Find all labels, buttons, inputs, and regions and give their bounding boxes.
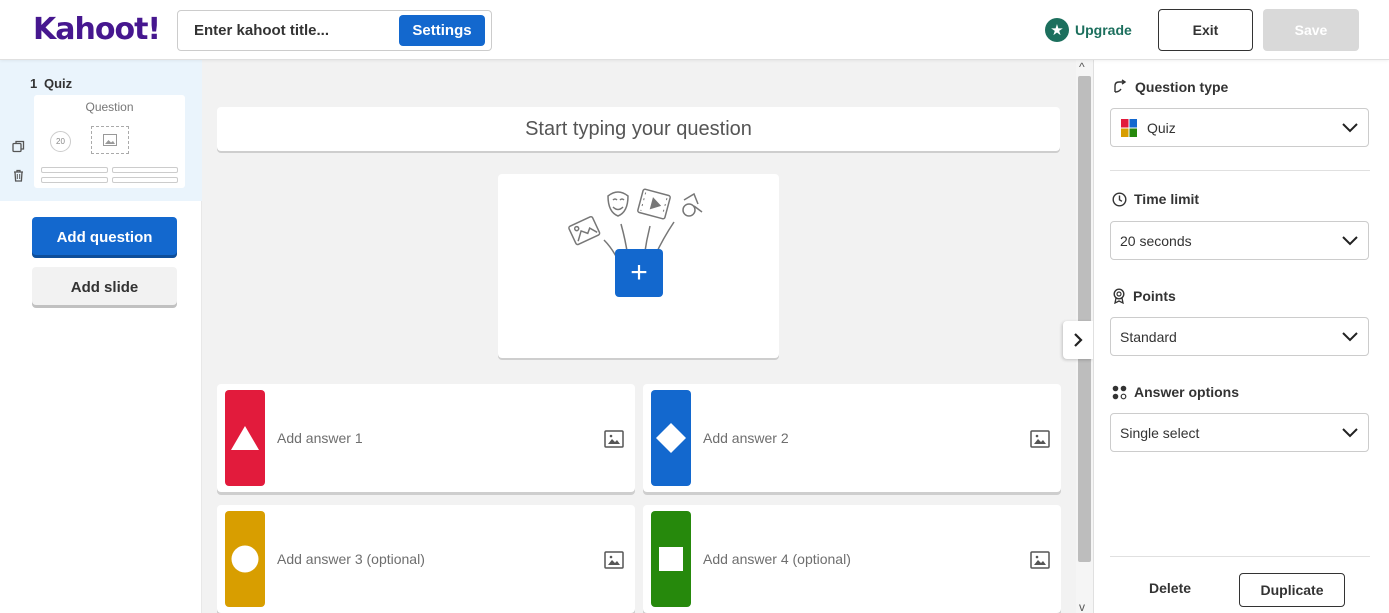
scroll-down-icon[interactable]: v (1079, 600, 1085, 613)
answer-options-heading: Answer options (1112, 384, 1239, 400)
chevron-down-icon (1342, 123, 1358, 133)
thumbnail-answer (41, 167, 108, 173)
answer-options-value: Single select (1120, 425, 1200, 441)
answer-tile-1 (225, 390, 265, 486)
question-type-select[interactable]: Quiz (1110, 108, 1369, 147)
square-icon (659, 547, 683, 571)
collapse-panel-button[interactable] (1063, 321, 1093, 359)
settings-button[interactable]: Settings (399, 15, 485, 46)
upgrade-label: Upgrade (1075, 22, 1132, 38)
upgrade-button[interactable]: ★ Upgrade (1045, 18, 1132, 42)
slide-type-label: Quiz (44, 76, 73, 91)
question-editor: Start typing your question + Add answer … (202, 60, 1076, 613)
thumbnail-answer (41, 177, 108, 183)
answer-input-2[interactable]: Add answer 2 (703, 430, 789, 446)
settings-panel: Question type Quiz Time limit 20 seconds… (1093, 60, 1389, 613)
answer-card-4[interactable]: Add answer 4 (optional) (643, 505, 1061, 613)
duplicate-question-button[interactable]: Duplicate (1239, 573, 1345, 607)
add-image-icon[interactable] (604, 551, 624, 574)
question-type-heading: Question type (1112, 79, 1228, 95)
footer-divider (1110, 556, 1370, 557)
answer-input-4[interactable]: Add answer 4 (optional) (703, 551, 851, 567)
points-select[interactable]: Standard (1110, 317, 1369, 356)
add-slide-button[interactable]: Add slide (32, 267, 177, 308)
answer-card-1[interactable]: Add answer 1 (217, 384, 635, 492)
answer-options-select[interactable]: Single select (1110, 413, 1369, 452)
points-heading: Points (1112, 288, 1176, 304)
thumbnail-answer (112, 167, 178, 173)
time-limit-heading: Time limit (1112, 191, 1199, 207)
quiz-icon (1121, 119, 1137, 137)
circle-icon (231, 545, 259, 573)
kahoot-title-field[interactable]: Enter kahoot title... Settings (177, 10, 492, 51)
triangle-icon (231, 426, 259, 450)
time-limit-select[interactable]: 20 seconds (1110, 221, 1369, 260)
answer-card-3[interactable]: Add answer 3 (optional) (217, 505, 635, 613)
chevron-down-icon (1342, 236, 1358, 246)
slide-number: 1 (30, 76, 38, 91)
add-image-icon[interactable] (604, 430, 624, 453)
add-image-icon[interactable] (1030, 551, 1050, 574)
star-icon: ★ (1045, 18, 1069, 42)
question-type-value: Quiz (1147, 120, 1176, 136)
media-upload-area[interactable]: + (498, 174, 779, 358)
scroll-up-icon[interactable]: ^ (1079, 60, 1085, 74)
points-value: Standard (1120, 329, 1177, 345)
delete-question-button[interactable]: Delete (1149, 580, 1191, 596)
answer-options-label: Answer options (1134, 384, 1240, 400)
clock-icon (1112, 191, 1127, 207)
answer-tile-4 (651, 511, 691, 607)
chevron-down-icon (1342, 428, 1358, 438)
answer-input-3[interactable]: Add answer 3 (optional) (277, 551, 425, 567)
thumbnail-question-label: Question (85, 100, 134, 114)
answer-input-1[interactable]: Add answer 1 (277, 430, 363, 446)
answer-options-icon (1112, 385, 1127, 399)
save-button[interactable]: Save (1263, 9, 1359, 51)
answer-tile-3 (225, 511, 265, 607)
add-media-button[interactable]: + (615, 249, 663, 297)
time-limit-label: Time limit (1134, 191, 1200, 207)
diamond-icon (656, 423, 686, 453)
medal-icon (1113, 288, 1125, 304)
top-bar: Kahoot! Enter kahoot title... Settings ★… (0, 0, 1389, 60)
answer-tile-2 (651, 390, 691, 486)
question-input[interactable]: Start typing your question (217, 107, 1060, 151)
thumbnail-image-icon (91, 126, 129, 154)
duplicate-slide-icon[interactable] (12, 140, 25, 158)
exit-button[interactable]: Exit (1158, 9, 1253, 51)
thumbnail-timer: 20 (50, 131, 71, 152)
kahoot-title-input[interactable]: Enter kahoot title... (194, 22, 329, 39)
section-divider (1110, 170, 1370, 171)
question-type-label: Question type (1135, 79, 1229, 95)
chevron-down-icon (1342, 332, 1358, 342)
question-type-icon (1114, 79, 1127, 93)
slide-list-item[interactable]: 1 Quiz Question 20 (0, 60, 202, 201)
slide-thumbnail[interactable]: Question 20 (34, 95, 185, 188)
points-label: Points (1133, 288, 1176, 304)
kahoot-logo[interactable]: Kahoot! (33, 12, 161, 47)
slides-sidebar: 1 Quiz Question 20 Add question Add slid… (0, 60, 202, 613)
scrollbar-thumb[interactable] (1078, 76, 1091, 562)
thumbnail-answer (112, 177, 178, 183)
time-limit-value: 20 seconds (1120, 233, 1192, 249)
chevron-right-icon (1074, 333, 1083, 347)
answer-card-2[interactable]: Add answer 2 (643, 384, 1061, 492)
add-question-button[interactable]: Add question (32, 217, 177, 258)
delete-slide-icon[interactable] (12, 169, 25, 187)
add-image-icon[interactable] (1030, 430, 1050, 453)
